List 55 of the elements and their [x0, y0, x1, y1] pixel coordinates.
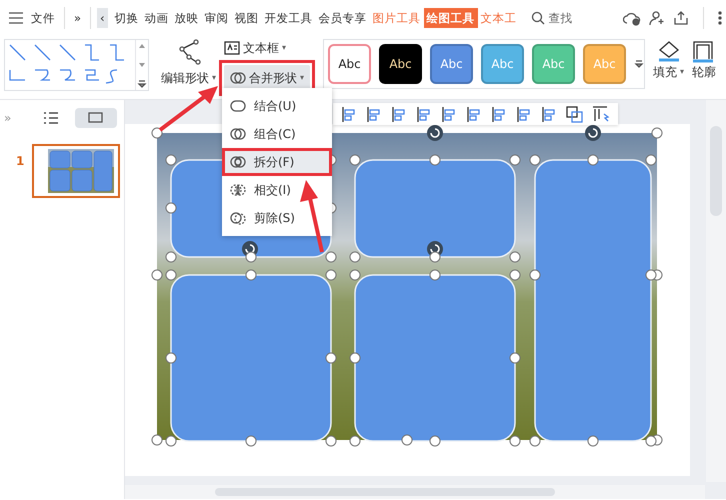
ribbon-tab[interactable]: 会员专享: [316, 8, 370, 28]
intersect-icon: [230, 183, 246, 197]
group-icon[interactable]: [566, 106, 584, 122]
menu-item[interactable]: 结合(U): [222, 92, 332, 120]
search-button[interactable]: 查找: [528, 8, 576, 28]
scroll-left-button[interactable]: ‹: [97, 8, 108, 28]
search-icon: [530, 10, 545, 24]
outline-button[interactable]: 轮廓: [692, 63, 716, 81]
menu-icon[interactable]: [8, 10, 24, 24]
horizontal-scrollbar[interactable]: [125, 485, 705, 499]
outline-view-icon[interactable]: [43, 111, 60, 125]
rotate-handle-icon[interactable]: [585, 125, 601, 141]
layout-icon[interactable]: [592, 106, 610, 122]
ribbon-tab[interactable]: 视图: [232, 8, 262, 28]
text-box-icon: [224, 41, 240, 55]
edit-shape-button[interactable]: 编辑形状 ▾: [161, 69, 216, 87]
ribbon-tab[interactable]: 动画: [142, 8, 172, 28]
caret-icon: ▾: [300, 72, 304, 84]
text-box-button[interactable]: 文本框 ▾: [224, 39, 316, 57]
vertical-scrollbar[interactable]: [706, 100, 726, 482]
slide-number: 1: [16, 153, 24, 170]
ribbon-tab[interactable]: 切换: [112, 8, 142, 28]
caret-icon: ▾: [282, 42, 286, 54]
menu-item[interactable]: 相交(I): [222, 176, 332, 204]
menu-item[interactable]: 拆分(F): [222, 148, 332, 176]
slide-view-tab[interactable]: [75, 108, 118, 128]
share-icon[interactable]: [673, 10, 689, 26]
outline-icon: [692, 39, 714, 63]
slide-thumbnail[interactable]: [32, 144, 120, 198]
slides-icon: [88, 112, 104, 124]
file-menu[interactable]: 文件: [28, 8, 58, 28]
combine-icon: [230, 127, 246, 141]
union-icon: [230, 99, 246, 113]
shape-style-swatch[interactable]: Abc: [379, 44, 422, 84]
expand-gallery-icon[interactable]: [136, 78, 148, 90]
rotate-handle-icon[interactable]: [427, 125, 443, 141]
overlap-circles-icon: [230, 71, 246, 85]
more-icon[interactable]: [718, 10, 722, 26]
caret-icon: ▾: [212, 72, 216, 84]
menu-item[interactable]: 剪除(S): [222, 204, 332, 232]
rounded-rectangle[interactable]: [170, 274, 332, 442]
menu-item[interactable]: 组合(C): [222, 120, 332, 148]
rounded-rectangle[interactable]: [354, 274, 516, 442]
subtract-icon: [230, 211, 246, 225]
rounded-rectangle[interactable]: [534, 159, 652, 442]
caret-icon: ▾: [680, 66, 684, 78]
shape-style-swatch[interactable]: Abc: [328, 44, 372, 84]
add-user-icon[interactable]: [649, 10, 665, 26]
ribbon-tab[interactable]: 开发工具: [262, 8, 316, 28]
ribbon-tab[interactable]: 放映: [172, 8, 202, 28]
more-tabs-button[interactable]: »: [71, 8, 84, 28]
expand-gallery-icon[interactable]: [634, 58, 644, 70]
ribbon-tab[interactable]: 审阅: [202, 8, 232, 28]
fill-button[interactable]: 填充 ▾: [653, 63, 684, 81]
fragment-icon: [230, 155, 246, 169]
